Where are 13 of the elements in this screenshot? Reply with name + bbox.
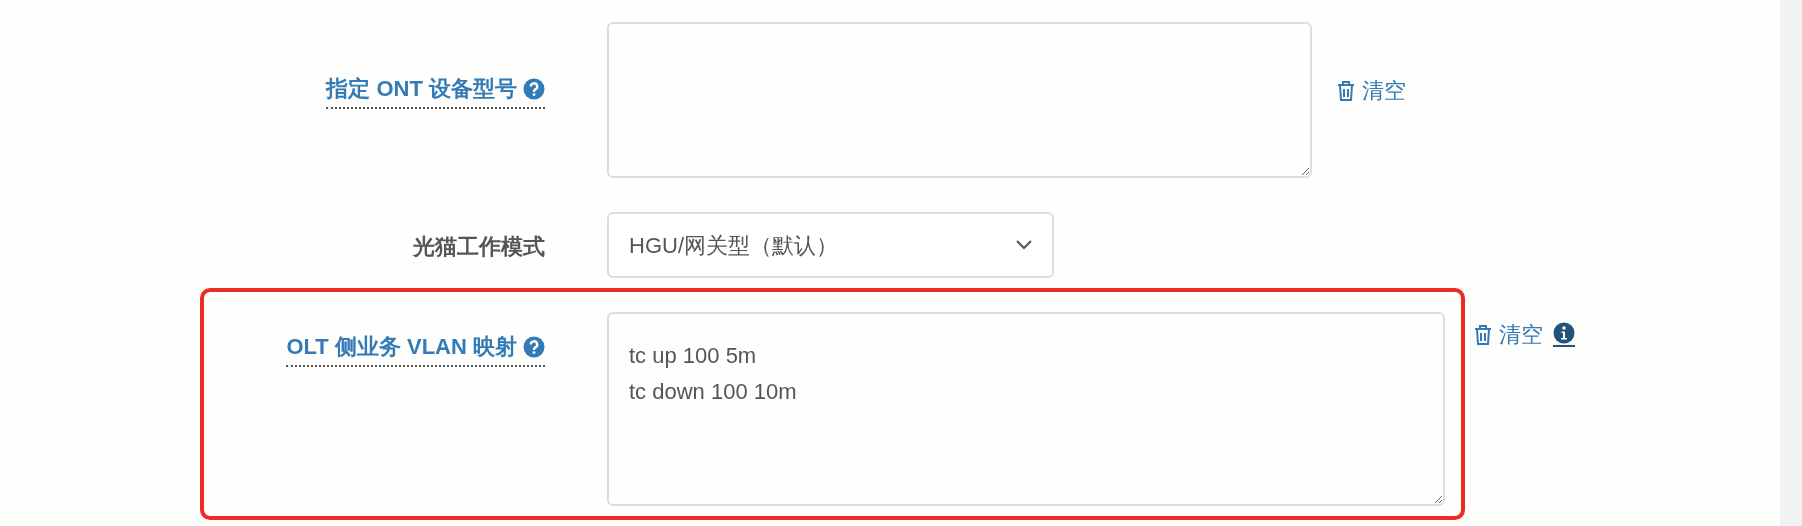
help-icon[interactable] [523, 335, 545, 358]
help-icon[interactable] [523, 77, 545, 100]
field-label[interactable]: 指定 ONT 设备型号 [326, 72, 517, 105]
text-area[interactable]: tc up 100 5m tc down 100 10m [607, 312, 1445, 506]
trash-icon [1336, 79, 1356, 102]
chevron-down-icon [1016, 240, 1032, 250]
field-label: 光猫工作模式 [413, 233, 545, 261]
clear-link[interactable]: 清空 [1473, 318, 1543, 351]
field-label[interactable]: OLT 侧业务 VLAN 映射 [286, 330, 517, 363]
select-field[interactable]: HGU/网关型（默认） [607, 212, 1054, 278]
clear-link[interactable]: 清空 [1336, 74, 1406, 107]
trash-icon [1473, 323, 1493, 346]
info-icon[interactable] [1553, 322, 1575, 347]
